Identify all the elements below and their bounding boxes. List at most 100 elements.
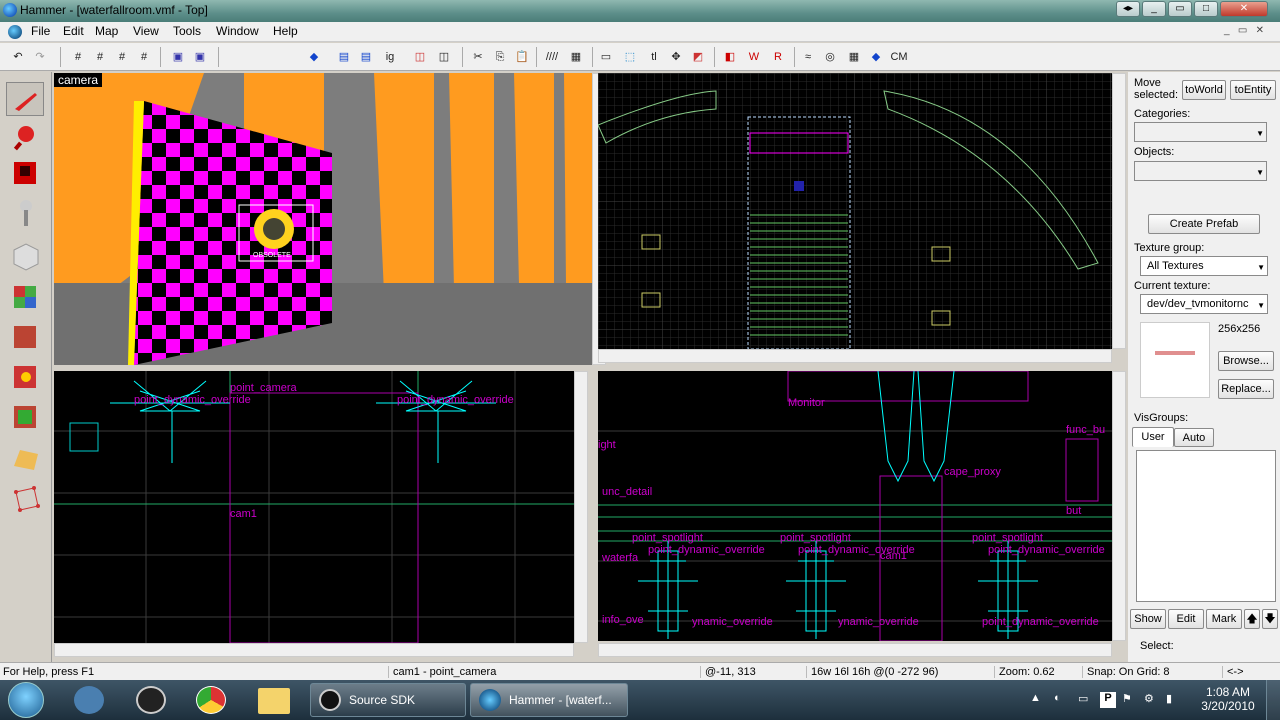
- messenger-icon[interactable]: [74, 686, 104, 714]
- browse-button[interactable]: Browse...: [1218, 351, 1274, 371]
- taskbar-source-sdk[interactable]: Source SDK: [310, 683, 466, 717]
- cut-icon[interactable]: ✂: [470, 49, 486, 65]
- models-icon[interactable]: ◆: [868, 49, 884, 65]
- visgroup-icon[interactable]: ≈: [800, 49, 816, 65]
- menu-view[interactable]: View: [133, 24, 159, 38]
- texture-browser-icon[interactable]: ////: [544, 49, 560, 65]
- flip-horizontal-icon[interactable]: ◫: [412, 49, 428, 65]
- replace-button[interactable]: Replace...: [1218, 379, 1274, 399]
- front-vertical-scrollbar[interactable]: [1112, 371, 1126, 641]
- redo-icon[interactable]: ↷: [32, 49, 48, 65]
- undo-icon[interactable]: ↶: [10, 49, 26, 65]
- copy-icon[interactable]: ⎘: [492, 49, 508, 65]
- block-tool-icon[interactable]: [6, 238, 44, 272]
- entity-tool-icon[interactable]: [6, 196, 44, 230]
- menu-map[interactable]: Map: [95, 24, 118, 38]
- texture-application-icon[interactable]: [6, 280, 44, 314]
- folder-icon[interactable]: [258, 688, 290, 714]
- start-button-icon[interactable]: [8, 682, 44, 718]
- select-tool-icon[interactable]: ▭: [598, 49, 614, 65]
- steam-icon[interactable]: [136, 686, 166, 714]
- overlay-tool-icon[interactable]: [6, 400, 44, 434]
- texture-apply-icon[interactable]: ▤: [358, 49, 374, 65]
- decal-tool-icon[interactable]: [6, 360, 44, 394]
- to-world-button[interactable]: toWorld: [1182, 80, 1226, 100]
- tray-window-icon[interactable]: ▭: [1078, 692, 1094, 708]
- texture-group-dropdown[interactable]: All Textures ▼: [1140, 256, 1268, 276]
- mark-button[interactable]: Mark: [1206, 609, 1242, 629]
- minimize-button[interactable]: _: [1142, 1, 1166, 17]
- toolbar-grid-icon[interactable]: ▦: [846, 49, 862, 65]
- flip-vertical-icon[interactable]: ◫: [436, 49, 452, 65]
- taskbar-hammer[interactable]: Hammer - [waterf...: [470, 683, 628, 717]
- tray-steam-icon[interactable]: ⚙: [1144, 692, 1160, 708]
- mdi-window-controls[interactable]: _ ▭ ✕: [1224, 25, 1264, 36]
- show-hidden-icons-icon[interactable]: ▲: [1030, 692, 1046, 708]
- texture-lock-icon[interactable]: ▤: [336, 49, 352, 65]
- status-snap: Snap: On Grid: 8: [1082, 666, 1170, 678]
- front-horizontal-scrollbar[interactable]: [598, 643, 1112, 657]
- show-button[interactable]: Show: [1130, 609, 1166, 629]
- grid-larger-icon[interactable]: #: [136, 49, 152, 65]
- run-map-icon[interactable]: ◎: [822, 49, 838, 65]
- show-desktop-button[interactable]: [1266, 680, 1280, 720]
- maximize-button[interactable]: □: [1194, 1, 1218, 17]
- tray-p-icon[interactable]: P: [1100, 692, 1116, 708]
- hatch-icon[interactable]: ▦: [568, 49, 584, 65]
- clipping-tool-icon[interactable]: [6, 442, 44, 476]
- carve-icon[interactable]: ▣: [170, 49, 186, 65]
- ignore-groups-icon[interactable]: ig: [382, 49, 398, 65]
- tab-user[interactable]: User: [1132, 427, 1174, 447]
- front-viewport[interactable]: Monitor func_bu ight unc_detail but poin…: [598, 371, 1112, 641]
- selection-box-icon[interactable]: ⬚: [622, 49, 638, 65]
- top-vertical-scrollbar[interactable]: [1112, 73, 1126, 349]
- grid-smaller-icon[interactable]: #: [114, 49, 130, 65]
- menu-help[interactable]: Help: [273, 24, 298, 38]
- visgroups-list[interactable]: [1136, 450, 1276, 602]
- cubemaps-button[interactable]: CM: [888, 49, 910, 65]
- restore-arrows-icon[interactable]: ◂▸: [1116, 1, 1140, 17]
- top-viewport[interactable]: [598, 73, 1112, 349]
- camera-tool-icon[interactable]: [6, 156, 44, 190]
- create-prefab-button[interactable]: Create Prefab: [1148, 214, 1260, 234]
- edit-button[interactable]: Edit: [1168, 609, 1204, 629]
- move-tool-icon[interactable]: ✥: [668, 49, 684, 65]
- apply-texture-icon[interactable]: [6, 320, 44, 354]
- hide-icon[interactable]: ◆: [306, 49, 322, 65]
- magnify-tool-icon[interactable]: [6, 120, 44, 154]
- side-viewport[interactable]: point_camera point_dynamic_override poin…: [54, 371, 574, 643]
- text-tool-icon[interactable]: tl: [646, 49, 662, 65]
- to-entity-button[interactable]: toEntity: [1230, 80, 1276, 100]
- menu-edit[interactable]: Edit: [63, 24, 84, 38]
- side-horizontal-scrollbar[interactable]: [54, 643, 574, 657]
- chrome-icon[interactable]: [196, 686, 226, 714]
- entity-report-icon[interactable]: ◧: [722, 49, 738, 65]
- tile-button[interactable]: ▭: [1168, 1, 1192, 17]
- current-texture-dropdown[interactable]: dev/dev_tvmonitornc ▼: [1140, 294, 1268, 314]
- camera-viewport[interactable]: OBSOLETE camera: [54, 73, 592, 365]
- tab-auto[interactable]: Auto: [1174, 428, 1214, 447]
- move-up-icon[interactable]: 🡅: [1244, 609, 1260, 629]
- check-problems-icon[interactable]: W: [746, 49, 762, 65]
- move-down-icon[interactable]: 🡇: [1262, 609, 1278, 629]
- selection-tool-icon[interactable]: [6, 82, 44, 116]
- menu-window[interactable]: Window: [216, 24, 259, 38]
- side-vertical-scrollbar[interactable]: [574, 371, 588, 643]
- map-info-icon[interactable]: R: [770, 49, 786, 65]
- top-horizontal-scrollbar[interactable]: [598, 349, 1112, 363]
- categories-dropdown[interactable]: ▼: [1134, 122, 1267, 142]
- paste-icon[interactable]: 📋: [514, 49, 530, 65]
- clock[interactable]: 1:08 AM 3/20/2010: [1200, 685, 1256, 713]
- clip-tool-icon[interactable]: ◩: [690, 49, 706, 65]
- tray-flag-icon[interactable]: ⚑: [1122, 692, 1138, 708]
- grid-toggle-icon[interactable]: #: [70, 49, 86, 65]
- menu-tools[interactable]: Tools: [173, 24, 201, 38]
- close-button[interactable]: ✕: [1220, 1, 1268, 17]
- tray-app-icon[interactable]: ◐: [1054, 692, 1070, 708]
- tray-network-icon[interactable]: ▮: [1166, 692, 1182, 708]
- group-icon[interactable]: ▣: [192, 49, 208, 65]
- menu-file[interactable]: File: [31, 24, 50, 38]
- objects-dropdown[interactable]: ▼: [1134, 161, 1267, 181]
- grid-3d-icon[interactable]: #: [92, 49, 108, 65]
- vertex-tool-icon[interactable]: [6, 482, 44, 516]
